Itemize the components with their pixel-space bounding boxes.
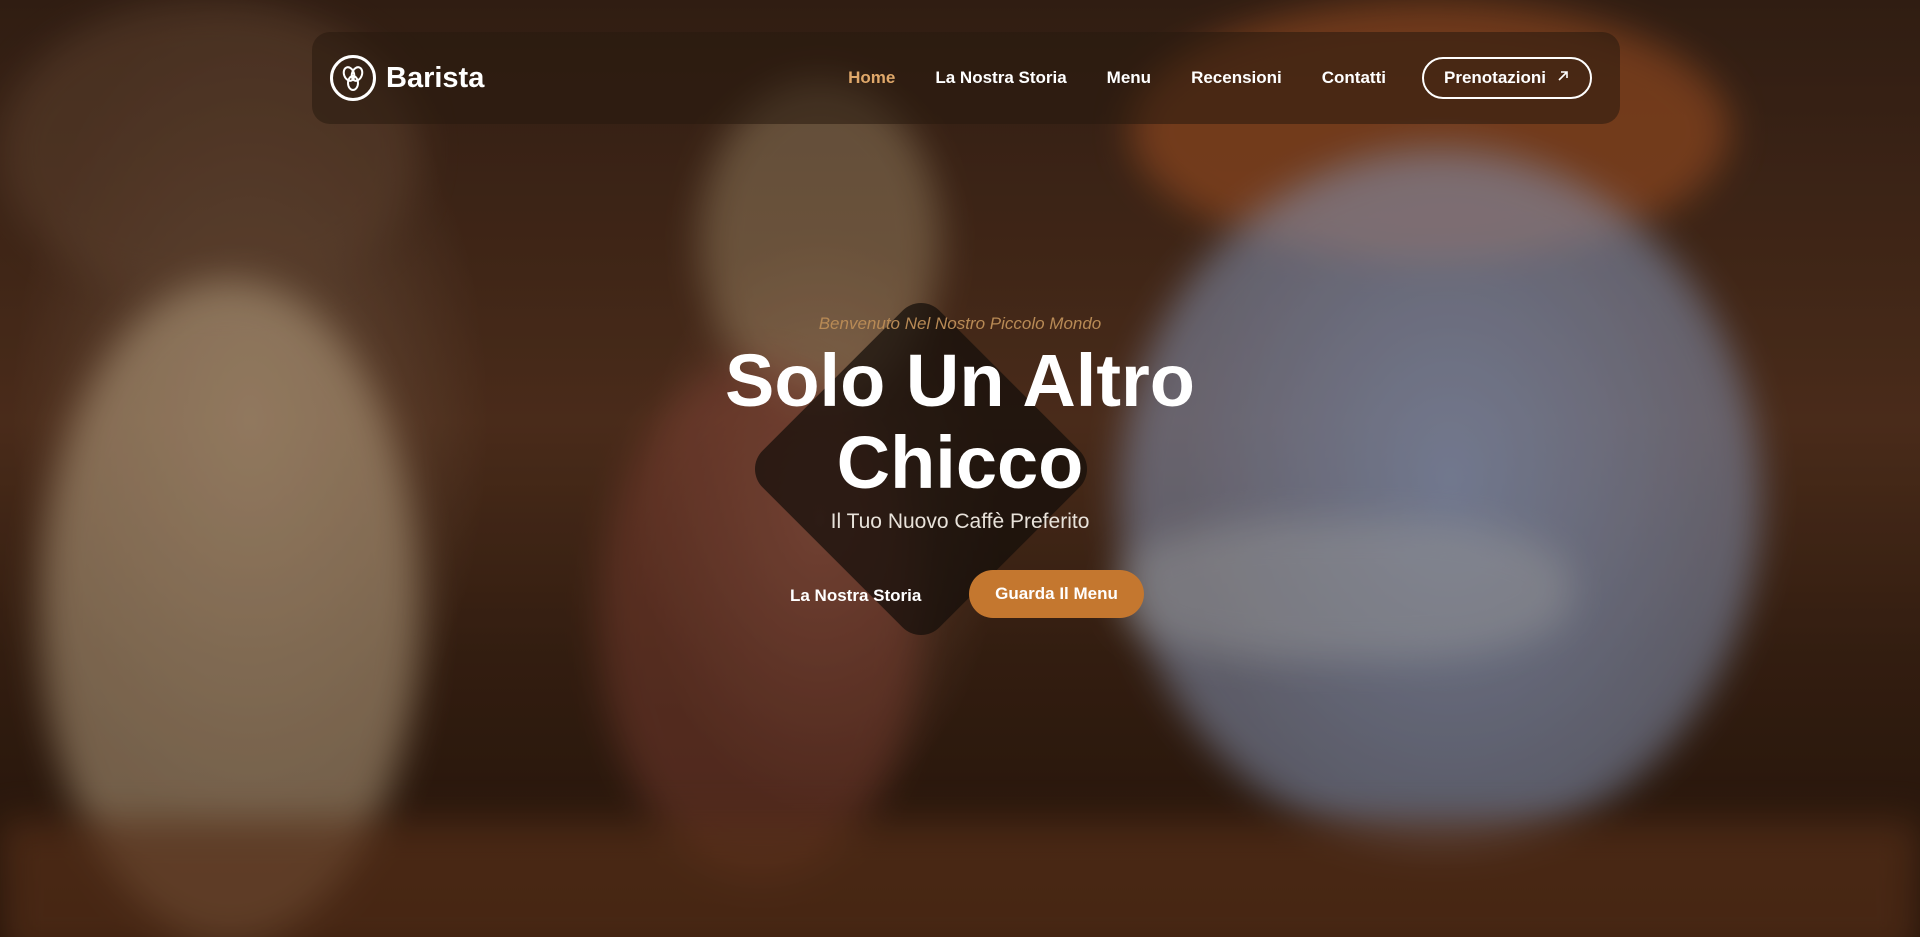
hero-title-text: Solo Un Altro Chicco [725,339,1195,504]
hero-subtitle: Il Tuo Nuovo Caffè Preferito [830,510,1090,533]
hero-title: Solo Un Altro Chicco [0,340,1920,504]
la-nostra-storia-button[interactable]: La Nostra Storia [790,586,921,606]
navbar: Barista Home La Nostra Storia Menu Recen… [312,32,1620,124]
coffee-beans-icon [330,55,376,101]
nav-item-contatti[interactable]: Contatti [1322,68,1386,88]
nav-item-home[interactable]: Home [848,68,895,88]
hero-kicker: Benvenuto Nel Nostro Piccolo Mondo [818,314,1102,333]
nav-item-la-nostra-storia[interactable]: La Nostra Storia [935,68,1066,88]
guarda-il-menu-button[interactable]: Guarda Il Menu [969,570,1144,618]
brand-name: Barista [386,61,485,94]
brand[interactable]: Barista [330,55,484,101]
arrow-up-right-icon [1556,68,1570,88]
nav-item-menu[interactable]: Menu [1107,68,1151,88]
prenotazioni-label: Prenotazioni [1443,68,1546,87]
hero-section: Barista Home La Nostra Storia Menu Recen… [0,0,1920,937]
nav-links: Home La Nostra Storia Menu Recensioni Co… [808,57,1592,99]
prenotazioni-button[interactable]: Prenotazioni [1421,57,1592,99]
nav-item-recensioni[interactable]: Recensioni [1191,68,1282,88]
